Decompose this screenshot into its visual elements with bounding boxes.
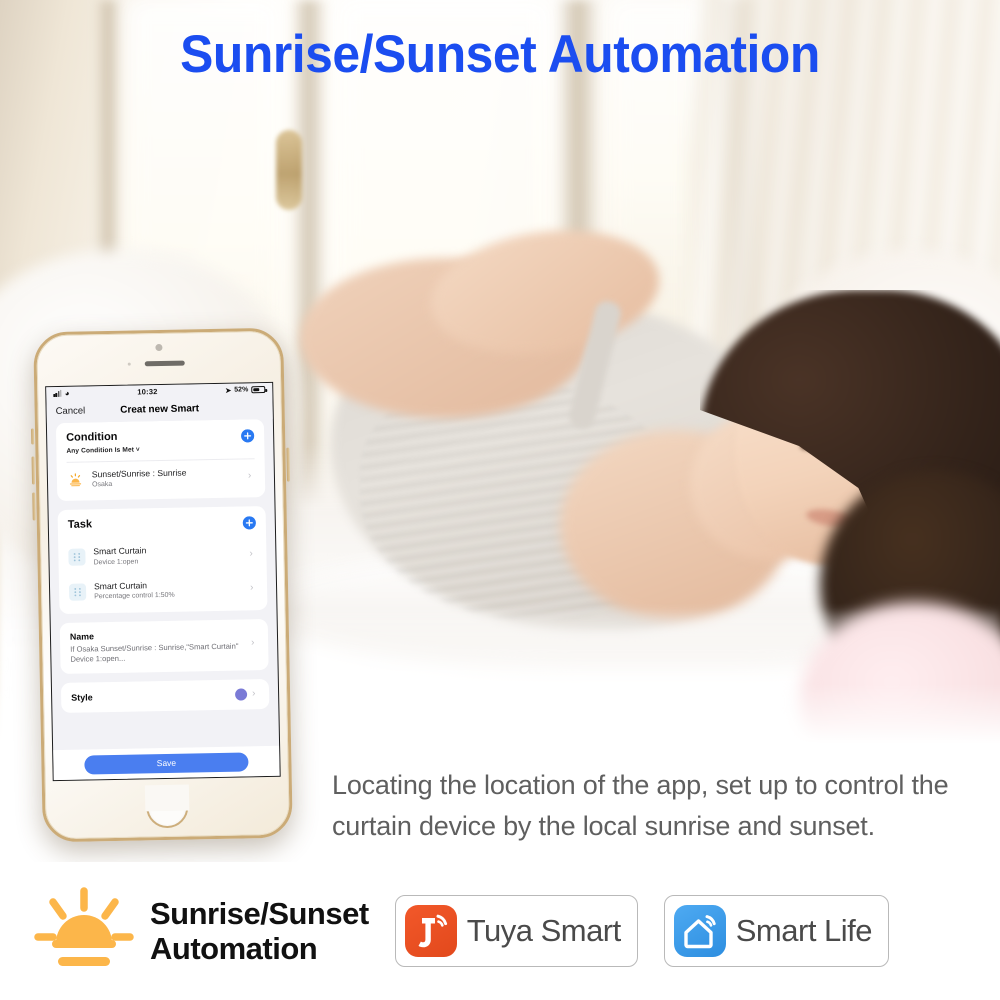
location-arrow-icon: ➤: [225, 387, 232, 395]
chevron-right-icon: ›: [252, 688, 256, 700]
style-card[interactable]: Style ›: [60, 679, 270, 714]
sunrise-icon: [67, 471, 84, 488]
proximity-sensor-icon: [127, 362, 131, 366]
task-row-title: Smart Curtain: [93, 545, 147, 557]
condition-row-subtitle: Osaka: [91, 480, 113, 489]
name-label: Name: [69, 630, 95, 642]
battery-percent: 52%: [234, 386, 249, 394]
smart-life-logo-text: Smart Life: [735, 913, 873, 948]
brand-label-line1: Sunrise/Sunset: [150, 895, 369, 931]
condition-card: Condition Any Condition Is Met ˅ Sunset/…: [55, 419, 266, 502]
condition-title: Condition: [66, 430, 118, 444]
style-color-swatch[interactable]: [235, 688, 248, 701]
task-row-subtitle: Percentage control 1:50%: [94, 592, 175, 601]
earpiece-speaker: [144, 360, 185, 367]
curtain-icon: [68, 583, 87, 601]
smart-life-logo-icon: [673, 905, 726, 957]
status-time: 10:32: [137, 387, 158, 397]
signal-bars-icon: [53, 389, 62, 398]
cancel-button[interactable]: Cancel: [56, 405, 86, 417]
nav-bar: Cancel Creat new Smart: [46, 395, 273, 424]
task-row-subtitle: Device 1:open: [93, 558, 139, 566]
volume-up-button[interactable]: [31, 456, 36, 485]
front-camera-icon: [154, 343, 163, 352]
page-title: Sunrise/Sunset Automation: [180, 25, 820, 84]
tuya-logo-icon: [404, 905, 457, 957]
screen-content[interactable]: Condition Any Condition Is Met ˅ Sunset/…: [47, 419, 279, 750]
condition-card-header: Condition Any Condition Is Met ˅: [56, 428, 265, 462]
description-text: Locating the location of the app, set up…: [332, 770, 949, 841]
plus-circle-icon: [241, 429, 255, 443]
save-bar: Save: [53, 745, 280, 781]
wall-sconce: [276, 130, 302, 210]
name-card[interactable]: Name If Osaka Sunset/Sunrise : Sunrise,"…: [59, 618, 269, 675]
brand-label-line2: Automation: [150, 931, 318, 966]
plus-circle-icon: [242, 516, 256, 530]
condition-row[interactable]: Sunset/Sunrise : Sunrise Osaka ›: [57, 459, 266, 498]
curtain-icon: [68, 548, 86, 566]
volume-down-button[interactable]: [32, 492, 36, 521]
smart-life-logo[interactable]: Smart Life: [663, 895, 890, 967]
mute-switch[interactable]: [30, 428, 35, 445]
condition-row-title: Sunset/Sunrise : Sunrise: [91, 467, 187, 480]
name-value: If Osaka Sunset/Sunrise : Sunrise,"Smart…: [70, 641, 239, 664]
power-button[interactable]: [286, 447, 291, 482]
chevron-right-icon: ›: [249, 547, 253, 560]
brand-bar: Sunrise/Sunset Automation Tuya Smart Sma…: [0, 862, 1000, 1000]
add-condition-button[interactable]: [241, 429, 255, 443]
chevron-right-icon: ›: [247, 470, 252, 482]
save-button[interactable]: Save: [84, 751, 249, 775]
style-label: Style: [71, 692, 93, 703]
wifi-icon: ◕: [64, 388, 70, 398]
phone-screen: ◕ 10:32 ➤ 52% Cancel Creat new Smart Con…: [45, 381, 281, 782]
tuya-logo-text: Tuya Smart: [466, 913, 622, 948]
tuya-smart-logo[interactable]: Tuya Smart: [394, 895, 638, 967]
task-row-title: Smart Curtain: [93, 580, 148, 592]
task-card: Task Smart Curtain Device 1:open › Smart…: [57, 506, 268, 614]
phone-mockup: ◕ 10:32 ➤ 52% Cancel Creat new Smart Con…: [30, 327, 293, 843]
add-task-button[interactable]: [242, 516, 256, 530]
task-row[interactable]: Smart Curtain Percentage control 1:50% ›: [59, 571, 268, 610]
condition-subtitle[interactable]: Any Condition Is Met ˅: [66, 446, 140, 454]
chevron-right-icon: ›: [249, 582, 254, 594]
sunrise-icon: [32, 887, 136, 975]
brand-label: Sunrise/Sunset Automation: [150, 896, 369, 967]
task-title: Task: [67, 518, 93, 532]
battery-icon: [251, 386, 266, 394]
task-row[interactable]: Smart Curtain Device 1:open ›: [58, 536, 267, 575]
chevron-right-icon: ›: [251, 636, 255, 648]
